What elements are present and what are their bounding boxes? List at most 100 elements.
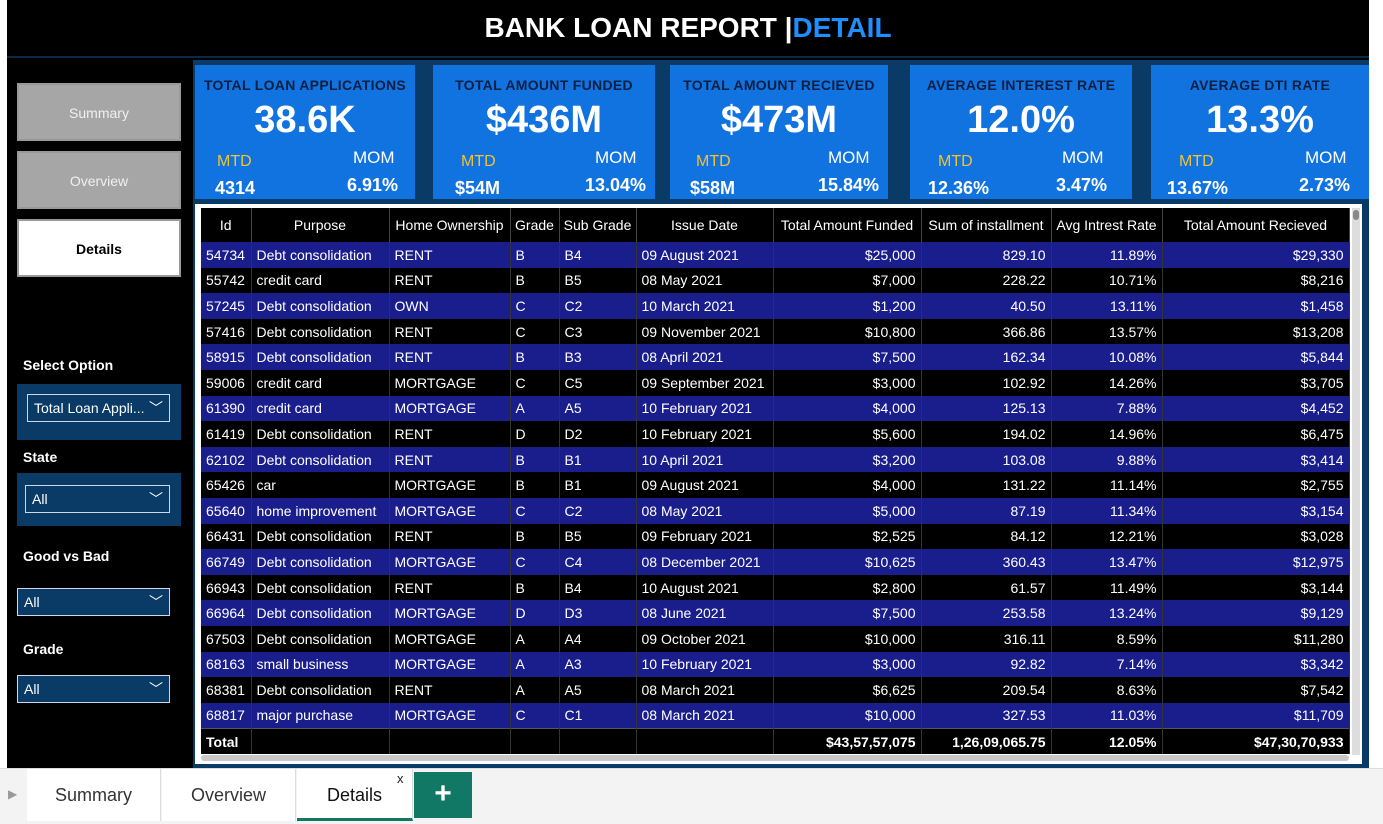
- cell-sum-of-installment: 253.58: [921, 600, 1052, 626]
- table-row[interactable]: 62102 Debt consolidation RENT B B1 10 April 2…: [201, 446, 1350, 473]
- table-row[interactable]: 65640 home improvement MORTGAGE C C2 08 May 2…: [201, 497, 1350, 524]
- column-header-total-amount-received[interactable]: Total Amount Recieved: [1162, 208, 1350, 242]
- cell-avg-interest-rate: 9.88%: [1051, 446, 1163, 473]
- total-cell-issue-date: [636, 727, 774, 755]
- column-header-grade[interactable]: Grade: [510, 208, 560, 242]
- column-header-issue-date[interactable]: Issue Date: [636, 208, 774, 242]
- tab-scroll-arrow-icon[interactable]: ▶: [8, 787, 17, 801]
- cell-id: 68163: [201, 651, 252, 678]
- cell-avg-interest-rate: 13.57%: [1051, 318, 1163, 345]
- cell-total-amount-funded: $7,500: [773, 344, 922, 370]
- kpi-mtd-label: MTD: [696, 153, 731, 170]
- cell-issue-date: 08 June 2021: [636, 600, 774, 626]
- scrollbar-thumb[interactable]: [1353, 210, 1359, 220]
- table-row[interactable]: 67503 Debt consolidation MORTGAGE A A4 09 Oct…: [201, 625, 1350, 652]
- cell-grade: A: [510, 625, 560, 652]
- kpi-mom-label: MOM: [1305, 148, 1347, 167]
- cell-home-ownership: MORTGAGE: [389, 549, 511, 575]
- cell-total-amount-received: $11,709: [1162, 702, 1350, 729]
- table-row[interactable]: 57416 Debt consolidation RENT C C3 09 Novembe…: [201, 318, 1350, 345]
- cell-avg-interest-rate: 13.24%: [1051, 600, 1163, 626]
- select-option-dropdown[interactable]: Total Loan Appli... ﹀: [27, 394, 170, 422]
- cell-avg-interest-rate: 13.47%: [1051, 549, 1163, 575]
- cell-sum-of-installment: 131.22: [921, 472, 1052, 498]
- grade-dropdown[interactable]: All ﹀: [17, 675, 170, 703]
- table-row[interactable]: 55742 credit card RENT B B5 08 May 2021 $7,000…: [201, 267, 1350, 294]
- cell-issue-date: 08 March 2021: [636, 677, 774, 703]
- cell-purpose: car: [251, 472, 390, 498]
- table-row[interactable]: 68817 major purchase MORTGAGE C C1 08 March 2…: [201, 702, 1350, 729]
- cell-sum-of-installment: 228.22: [921, 267, 1052, 294]
- vertical-scrollbar[interactable]: [1352, 208, 1360, 755]
- state-dropdown[interactable]: All ﹀: [25, 485, 170, 513]
- cell-home-ownership: RENT: [389, 344, 511, 370]
- cell-total-amount-received: $5,844: [1162, 344, 1350, 370]
- cell-id: 66749: [201, 549, 252, 575]
- kpi-title: TOTAL AMOUNT FUNDED: [455, 77, 633, 93]
- table-total-row: Total $43,57,57,075 1,26,09,065.75 12.05% $4…: [201, 727, 1350, 755]
- horizontal-scrollbar[interactable]: [201, 755, 1349, 761]
- cell-avg-interest-rate: 12.21%: [1051, 523, 1163, 550]
- table-row[interactable]: 65426 car MORTGAGE B B1 09 August 2021 $4,000 1…: [201, 472, 1350, 498]
- kpi-card-total-amount-received: TOTAL AMOUNT RECIEVED $473M MTD MOM $58M…: [670, 65, 888, 199]
- column-header-total-amount-funded[interactable]: Total Amount Funded: [773, 208, 922, 242]
- cell-sum-of-installment: 829.10: [921, 242, 1052, 268]
- column-header-purpose[interactable]: Purpose: [251, 208, 390, 242]
- left-panel: Summary Overview Details Select Option T…: [7, 60, 193, 768]
- column-header-avg-interest-rate[interactable]: Avg Intrest Rate: [1051, 208, 1163, 242]
- good-bad-dropdown[interactable]: All ﹀: [17, 588, 170, 616]
- kpi-mtd-value: 4314: [215, 178, 256, 198]
- nav-details-button[interactable]: Details: [17, 219, 181, 277]
- kpi-card-total-amount-funded: TOTAL AMOUNT FUNDED $436M MTD MOM $54M 1…: [433, 65, 655, 199]
- cell-home-ownership: RENT: [389, 574, 511, 601]
- cell-total-amount-funded: $6,625: [773, 677, 922, 703]
- chevron-down-icon: ﹀: [149, 594, 163, 610]
- tab-overview[interactable]: Overview: [162, 769, 296, 821]
- table-row[interactable]: 58915 Debt consolidation RENT B B3 08 April 2…: [201, 344, 1350, 370]
- table-row[interactable]: 68381 Debt consolidation RENT A A5 08 March 2…: [201, 677, 1350, 703]
- table-row[interactable]: 57245 Debt consolidation OWN C C2 10 March 20…: [201, 293, 1350, 319]
- table-row[interactable]: 66964 Debt consolidation MORTGAGE D D3 08 Jun…: [201, 600, 1350, 626]
- tab-details[interactable]: Details: [297, 769, 413, 821]
- tab-summary[interactable]: Summary: [27, 769, 161, 821]
- table-row[interactable]: 68163 small business MORTGAGE A A3 10 Februar…: [201, 651, 1350, 678]
- cell-id: 55742: [201, 267, 252, 294]
- cell-purpose: Debt consolidation: [251, 318, 390, 345]
- table-row[interactable]: 61419 Debt consolidation RENT D D2 10 Februar…: [201, 421, 1350, 447]
- close-tab-icon[interactable]: x: [397, 771, 404, 786]
- cell-issue-date: 08 April 2021: [636, 344, 774, 370]
- table-row[interactable]: 66943 Debt consolidation RENT B B4 10 August …: [201, 574, 1350, 601]
- cell-sub-grade: A5: [559, 395, 637, 422]
- table-row[interactable]: 61390 credit card MORTGAGE A A5 10 February 2…: [201, 395, 1350, 422]
- total-cell-total-amount-received: $47,30,70,933: [1162, 727, 1350, 755]
- table-row[interactable]: 66749 Debt consolidation MORTGAGE C C4 08 Dec…: [201, 549, 1350, 575]
- grade-label: Grade: [23, 641, 64, 657]
- cell-sub-grade: B1: [559, 446, 637, 473]
- cell-id: 68381: [201, 677, 252, 703]
- column-header-sum-of-installment[interactable]: Sum of installment: [921, 208, 1052, 242]
- add-page-button[interactable]: +: [414, 772, 472, 818]
- kpi-mom-value: 13.04%: [585, 175, 647, 195]
- cell-sum-of-installment: 61.57: [921, 574, 1052, 601]
- table-row[interactable]: 59006 credit card MORTGAGE C C5 09 September …: [201, 369, 1350, 396]
- cell-sub-grade: C5: [559, 369, 637, 396]
- nav-summary-button[interactable]: Summary: [17, 83, 181, 141]
- column-header-sub-grade[interactable]: Sub Grade: [559, 208, 637, 242]
- total-cell-avg-interest-rate: 12.05%: [1051, 727, 1163, 755]
- column-header-home-ownership[interactable]: Home Ownership: [389, 208, 511, 242]
- cell-purpose: Debt consolidation: [251, 344, 390, 370]
- cell-avg-interest-rate: 7.88%: [1051, 395, 1163, 422]
- nav-overview-button[interactable]: Overview: [17, 151, 181, 209]
- kpi-value: $436M: [485, 99, 603, 141]
- table-row[interactable]: 66431 Debt consolidation RENT B B5 09 Februar…: [201, 523, 1350, 550]
- column-header-id[interactable]: Id: [201, 208, 252, 242]
- cell-total-amount-received: $3,414: [1162, 446, 1350, 473]
- total-cell-purpose: [251, 727, 390, 755]
- cell-home-ownership: MORTGAGE: [389, 625, 511, 652]
- cell-sub-grade: B1: [559, 472, 637, 498]
- table-row[interactable]: 54734 Debt consolidation RENT B B4 09 August …: [201, 242, 1350, 268]
- cell-avg-interest-rate: 11.49%: [1051, 574, 1163, 601]
- page-tab-bar: ▶ Summary Overview Details x +: [0, 768, 1383, 824]
- cell-total-amount-funded: $3,200: [773, 446, 922, 473]
- cell-purpose: Debt consolidation: [251, 677, 390, 703]
